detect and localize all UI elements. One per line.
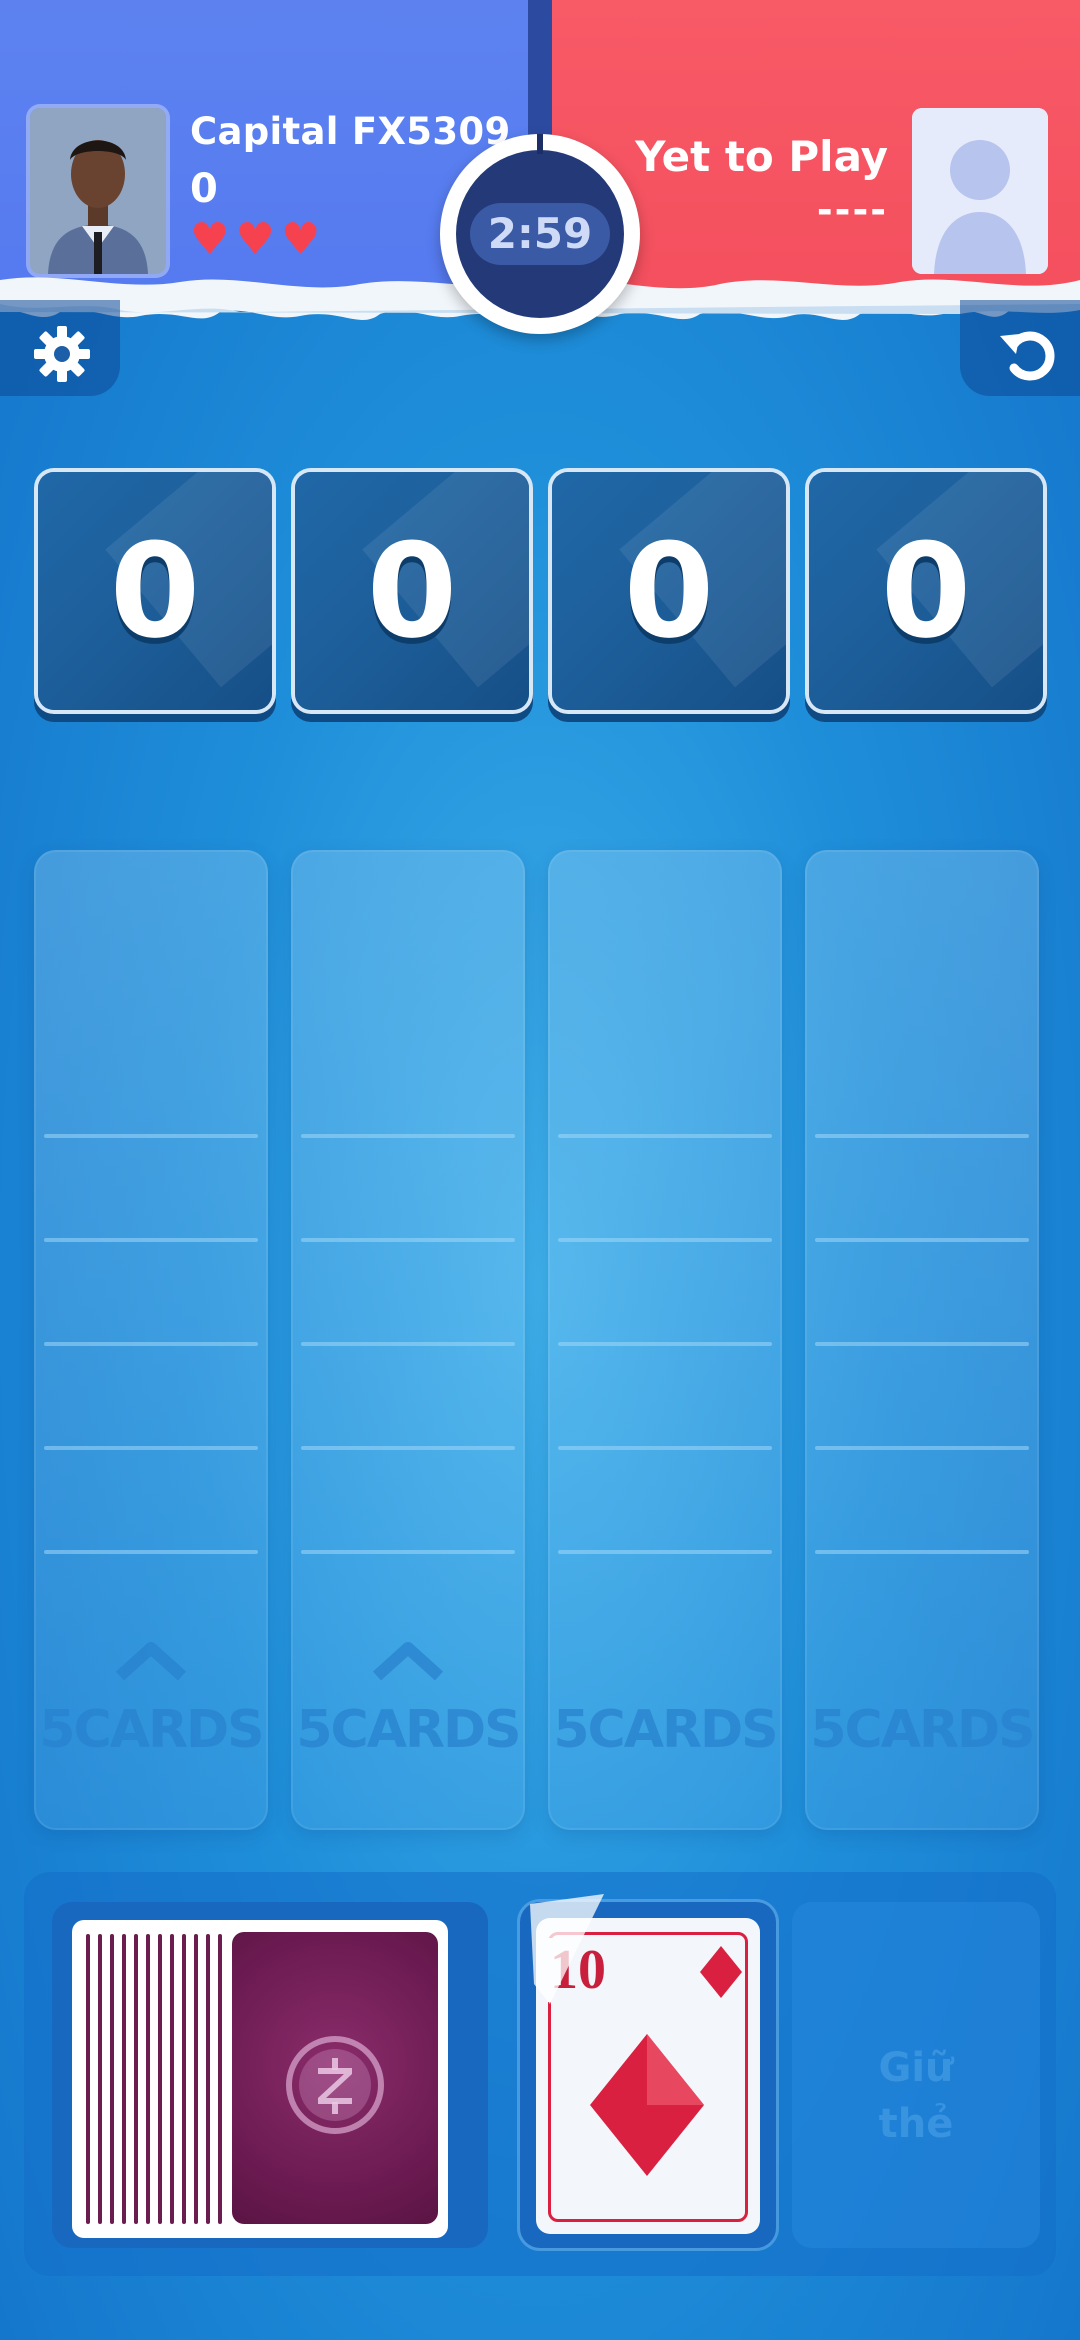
slot-line <box>815 1238 1029 1242</box>
card-flip-glint <box>530 1894 604 2004</box>
card-column-4[interactable]: 5CARDS <box>805 850 1039 1830</box>
slot-line <box>815 1342 1029 1346</box>
score-tile-2: 0 <box>295 472 529 710</box>
column-label: 5CARDS <box>553 1700 778 1760</box>
stacked-card-edge <box>182 1934 186 2224</box>
stacked-card-edge <box>158 1934 162 2224</box>
diamond-suit-small-icon <box>700 1946 742 1998</box>
score-tile-value: 0 <box>623 515 715 667</box>
lives-hearts: ♥♥♥ <box>190 214 327 265</box>
player-name: Capital FX5309 <box>190 110 511 153</box>
z-coin-logo-icon <box>286 2036 384 2134</box>
opponent-name: Yet to Play <box>635 132 888 181</box>
undo-icon <box>1000 331 1055 381</box>
stacked-card-edge <box>146 1934 150 2224</box>
slot-line <box>815 1550 1029 1554</box>
slot-line <box>558 1134 772 1138</box>
stacked-card-edge <box>98 1934 102 2224</box>
opponent-score: ---- <box>816 188 888 232</box>
stacked-card-edge <box>170 1934 174 2224</box>
stacked-card-edge <box>110 1934 114 2224</box>
card-column-1[interactable]: 5CARDS <box>34 850 268 1830</box>
slot-line <box>815 1446 1029 1450</box>
slot-line <box>558 1446 772 1450</box>
card-column-3[interactable]: 5CARDS <box>548 850 782 1830</box>
score-tile-value: 0 <box>109 515 201 667</box>
slot-line <box>301 1342 515 1346</box>
chevron-up-icon <box>373 1642 443 1680</box>
hold-card-label-line2: thẻ <box>878 2101 954 2147</box>
slot-line <box>44 1550 258 1554</box>
player-portrait-icon <box>30 108 166 274</box>
slot-line <box>558 1550 772 1554</box>
hold-card-label-line1: Giữ <box>878 2045 954 2091</box>
stacked-card-edge <box>218 1934 222 2224</box>
timer-tick <box>537 134 543 154</box>
slot-line <box>558 1238 772 1242</box>
slot-line <box>44 1238 258 1242</box>
player-avatar[interactable] <box>30 108 166 274</box>
placeholder-user-icon <box>912 108 1048 274</box>
score-tile-4: 0 <box>809 472 1043 710</box>
diamond-suit-large-icon <box>590 2034 704 2176</box>
score-tile-3: 0 <box>552 472 786 710</box>
slot-line <box>301 1134 515 1138</box>
score-tile-value: 0 <box>880 515 972 667</box>
stacked-card-edge <box>86 1934 90 2224</box>
gear-icon <box>34 326 90 382</box>
slot-line <box>44 1446 258 1450</box>
stacked-card-edge <box>134 1934 138 2224</box>
score-tile-1: 0 <box>38 472 272 710</box>
countdown-timer: 2:59 <box>487 209 593 258</box>
hold-card-label: Giữ thẻ <box>792 2040 1040 2152</box>
stacked-card-edge <box>206 1934 210 2224</box>
score-tile-value: 0 <box>366 515 458 667</box>
column-label: 5CARDS <box>39 1700 264 1760</box>
stacked-card-edge <box>194 1934 198 2224</box>
player-score: 0 <box>190 166 218 212</box>
slot-line <box>44 1342 258 1346</box>
stacked-card-edge <box>122 1934 126 2224</box>
slot-line <box>44 1134 258 1138</box>
settings-button[interactable] <box>0 300 120 396</box>
slot-line <box>301 1238 515 1242</box>
slot-line <box>301 1550 515 1554</box>
chevron-up-icon <box>116 1642 186 1680</box>
card-column-2[interactable]: 5CARDS <box>291 850 525 1830</box>
slot-line <box>815 1134 1029 1138</box>
column-label: 5CARDS <box>296 1700 521 1760</box>
undo-button[interactable] <box>960 300 1080 396</box>
column-label: 5CARDS <box>810 1700 1035 1760</box>
opponent-avatar <box>912 108 1048 274</box>
slot-line <box>301 1446 515 1450</box>
slot-line <box>558 1342 772 1346</box>
